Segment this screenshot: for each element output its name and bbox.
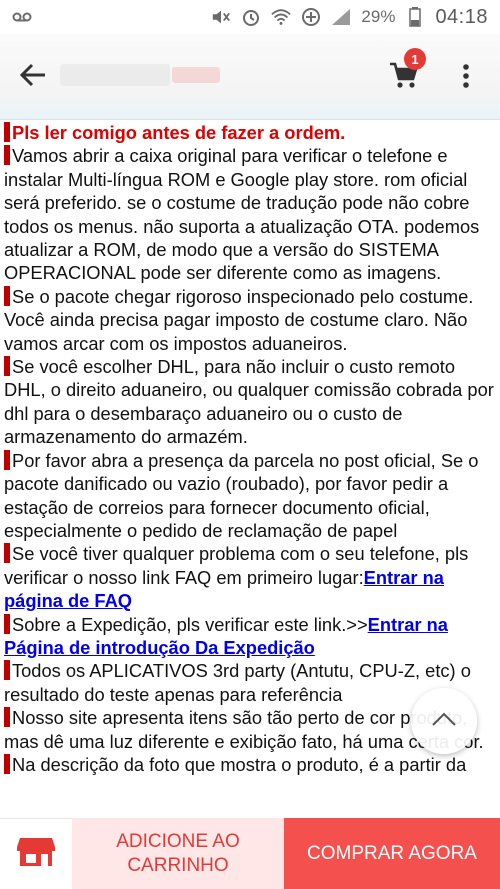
notice-heading: Pls ler comigo antes de fazer a ordem.	[12, 122, 346, 143]
paragraph-text: Se o pacote chegar rigoroso inspecionado…	[4, 285, 474, 354]
paragraph-text: Na descrição da foto que mostra o produt…	[12, 753, 467, 775]
signal-icon	[331, 7, 351, 27]
scroll-to-top-button[interactable]	[411, 688, 477, 754]
more-options-button[interactable]	[454, 58, 478, 98]
paragraph: Sobre a Expedição, pls verificar este li…	[4, 613, 496, 660]
paragraph: Por favor abra a presença da parcela no …	[4, 449, 496, 543]
bullet-bar	[4, 145, 10, 166]
faded-title	[60, 64, 170, 86]
paragraph-text: Vamos abrir a caixa original para verifi…	[4, 145, 480, 284]
battery-percent: 29%	[361, 7, 396, 26]
paragraph: Se o pacote chegar rigoroso inspecionado…	[4, 285, 496, 355]
alarm-icon	[241, 7, 261, 27]
clock: 04:18	[435, 5, 488, 28]
more-vert-icon	[463, 63, 469, 93]
back-button[interactable]	[16, 60, 50, 94]
paragraph: Se você escolher DHL, para não incluir o…	[4, 355, 496, 449]
bullet-bar	[4, 707, 10, 728]
store-icon	[17, 836, 55, 873]
store-button[interactable]	[0, 818, 72, 889]
app-bar: 1	[0, 34, 500, 120]
add-to-cart-button[interactable]: ADICIONE AO CARRINHO	[72, 818, 284, 889]
paragraph-text: Por favor abra a presença da parcela no …	[4, 449, 479, 541]
buy-now-button[interactable]: COMPRAR AGORA	[284, 818, 500, 889]
paragraph: Vamos abrir a caixa original para verifi…	[4, 144, 496, 284]
bullet-bar	[4, 122, 10, 142]
bullet-bar	[4, 356, 10, 377]
faded-badge	[172, 67, 220, 83]
back-arrow-icon	[19, 63, 46, 92]
paragraph-text: Todos os APLICATIVOS 3rd party (Antutu, …	[4, 660, 471, 705]
data-saver-icon	[301, 7, 321, 27]
paragraph: Na descrição da foto que mostra o produt…	[4, 753, 496, 776]
battery-icon	[405, 7, 425, 27]
mute-icon	[211, 7, 231, 27]
bullet-bar	[4, 660, 10, 681]
bottom-action-bar: ADICIONE AO CARRINHO COMPRAR AGORA	[0, 818, 500, 889]
bullet-bar	[4, 613, 10, 634]
bullet-bar	[4, 285, 10, 306]
paragraph-text: Sobre a Expedição, pls verificar este li…	[12, 613, 368, 635]
paragraph-heading: Pls ler comigo antes de fazer a ordem.	[4, 121, 496, 144]
bullet-bar	[4, 543, 10, 564]
bullet-bar	[4, 449, 10, 470]
chevron-up-icon	[431, 711, 457, 732]
paragraph: Se você tiver qualquer problema com o se…	[4, 542, 496, 612]
wifi-icon	[271, 7, 292, 27]
cart-count-badge: 1	[404, 48, 426, 70]
status-bar: 29% 04:18	[0, 0, 500, 34]
bullet-bar	[4, 753, 10, 774]
paragraph-text: Se você escolher DHL, para não incluir o…	[4, 356, 494, 448]
voicemail-icon	[12, 7, 32, 27]
